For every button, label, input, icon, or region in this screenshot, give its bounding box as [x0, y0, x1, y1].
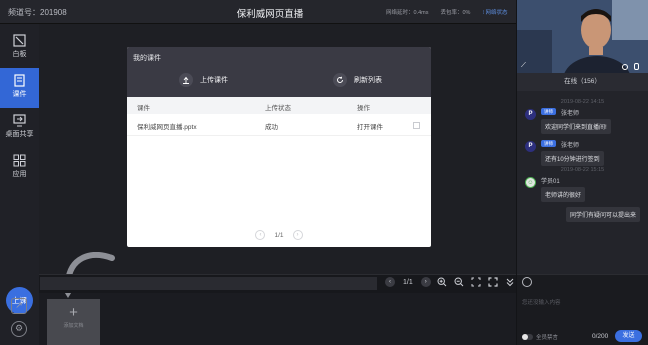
mute-all-toggle[interactable]: [522, 334, 533, 340]
dialog-header: 我的课件 上传课件 刷新列表: [127, 47, 431, 97]
message-bubble: 同学们有疑问可以提出来: [565, 207, 640, 222]
sidebar-item-whiteboard[interactable]: 白板: [0, 28, 39, 68]
fullscreen-icon[interactable]: [487, 276, 499, 288]
page-indicator: 1/1: [274, 231, 284, 239]
external-link-icon[interactable]: ↗: [11, 298, 27, 314]
sidebar-item-label: 课件: [12, 91, 27, 98]
chat-message: P 讲师 张老师 还有10分钟进行签到: [517, 137, 648, 167]
self-message: 同学们有疑问可以提出来: [517, 207, 648, 227]
chat-message: P 讲师 张老师 欢迎同学们来到直播间!: [517, 105, 648, 135]
open-courseware-link[interactable]: 打开课件: [357, 121, 383, 131]
upload-label: 上传课件: [200, 77, 228, 84]
next-slide-icon[interactable]: ›: [420, 277, 431, 287]
column-header: 上传状态: [265, 105, 291, 112]
sidebar-item-label: 桌面共享: [5, 131, 34, 138]
teacher-camera-feed: [517, 0, 648, 73]
refresh-list-button[interactable]: 刷新列表: [333, 73, 382, 87]
document-strip: [40, 277, 377, 290]
zoom-in-icon[interactable]: [436, 276, 448, 288]
sender-name: 学员01: [541, 179, 560, 185]
chat-list: 2019-08-22 14:15 P 讲师 张老师 欢迎同学们来到直播间! P …: [517, 95, 648, 227]
mute-all-label: 全员禁言: [536, 335, 559, 341]
camera-icon[interactable]: [622, 64, 628, 70]
screen-share-icon: [13, 114, 26, 127]
role-badge: 讲师: [541, 140, 556, 147]
add-document-label: 添加文档: [63, 323, 84, 329]
fit-screen-icon[interactable]: [470, 276, 482, 288]
send-button[interactable]: 发送: [615, 330, 642, 342]
table-row: 保利威网页直播.pptx 成功 打开课件: [127, 114, 431, 136]
column-header: 操作: [357, 105, 370, 112]
student-avatar-icon: ☺: [525, 177, 536, 188]
char-count: 0/200: [592, 333, 609, 340]
network-stats: 网络延时：0.4ms 丢包率：0% ⁞ 网络状态: [386, 8, 508, 16]
prev-slide-icon[interactable]: ‹: [385, 277, 395, 287]
teacher-video: ⟋: [517, 0, 648, 73]
courseware-dialog: 我的课件 上传课件 刷新列表 课件 上传状态 操作 保利威网页直播.pptx 成…: [127, 47, 431, 247]
left-sidebar: 白板 课件 桌面共享 应用 上课 ↗ ⚙: [0, 24, 39, 345]
chat-input-area: 您还没输入内容 全员禁言 0/200 发送: [517, 274, 648, 345]
role-badge: 讲师: [541, 108, 556, 115]
avatar: P: [525, 109, 536, 120]
avatar: P: [525, 141, 536, 152]
chat-input[interactable]: 您还没输入内容: [522, 298, 561, 306]
next-page-icon[interactable]: ›: [292, 230, 303, 240]
network-status-text: ⁞ 网络状态: [482, 10, 508, 16]
emoji-icon[interactable]: [522, 277, 532, 287]
chat-message: ☺ 学员01 老师讲的很好: [517, 173, 648, 203]
sidebar-item-apps[interactable]: 应用: [0, 148, 39, 188]
canvas-tools: ‹ 1/1 ›: [385, 276, 516, 288]
upload-icon: [179, 73, 193, 87]
slide-page-indicator: 1/1: [403, 278, 413, 286]
mic-off-icon[interactable]: ⟋: [521, 62, 526, 70]
column-header: 课件: [137, 105, 150, 112]
sidebar-item-courseware[interactable]: 课件: [0, 68, 39, 108]
packet-loss-text: 丢包率：0%: [440, 10, 471, 16]
message-bubble: 还有10分钟进行签到: [541, 151, 604, 166]
add-document-button[interactable]: + 添加文档: [47, 299, 100, 345]
sender-name: 张老师: [561, 143, 580, 149]
settings-icon[interactable]: ⚙: [11, 321, 27, 337]
file-name: 保利威网页直播.pptx: [137, 124, 197, 131]
sender-name: 张老师: [561, 111, 580, 117]
microphone-icon[interactable]: [634, 63, 639, 70]
message-bubble: 老师讲的很好: [541, 187, 586, 202]
collapse-icon[interactable]: [504, 276, 516, 288]
dialog-title: 我的课件: [133, 55, 161, 62]
refresh-label: 刷新列表: [354, 77, 382, 84]
latency-text: 网络延时：0.4ms: [386, 10, 429, 16]
refresh-icon: [333, 73, 347, 87]
plus-icon: +: [69, 304, 78, 321]
apps-icon: [13, 154, 26, 167]
sidebar-item-label: 白板: [12, 51, 27, 58]
prev-page-icon[interactable]: ‹: [255, 230, 266, 240]
sidebar-item-label: 应用: [12, 171, 27, 178]
upload-status: 成功: [265, 124, 278, 131]
pagination: ‹ 1/1 ›: [127, 230, 431, 240]
online-count: 在线（156）: [517, 73, 648, 91]
courseware-icon: [14, 74, 25, 87]
message-bubble: 欢迎同学们来到直播间!: [541, 119, 611, 134]
row-checkbox[interactable]: [413, 122, 420, 129]
zoom-out-icon[interactable]: [453, 276, 465, 288]
sidebar-item-screen-share[interactable]: 桌面共享: [0, 108, 39, 148]
upload-courseware-button[interactable]: 上传课件: [179, 73, 228, 87]
whiteboard-icon: [13, 34, 26, 47]
table-header: 课件 上传状态 操作: [127, 97, 431, 114]
